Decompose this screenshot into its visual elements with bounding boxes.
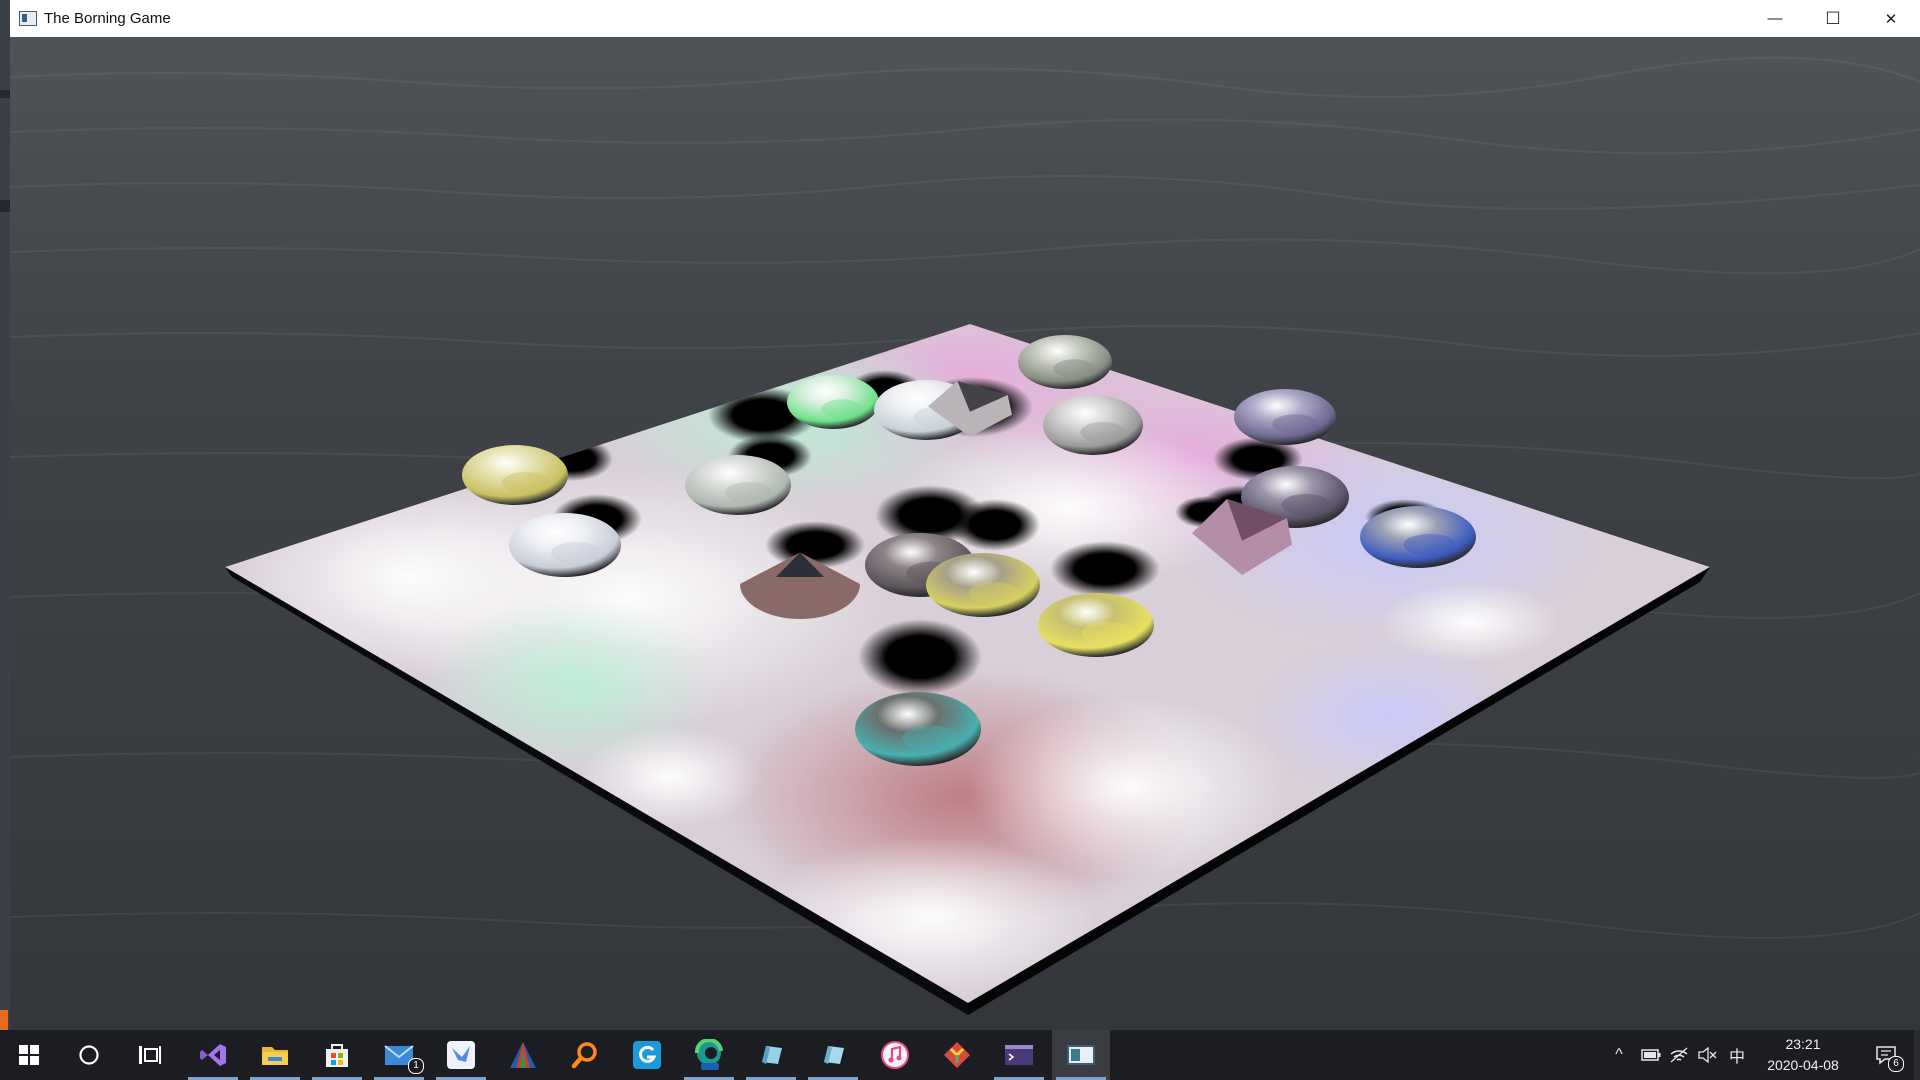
game-scene bbox=[10, 37, 1920, 1030]
show-hidden-icons-chevron[interactable]: ^ bbox=[1604, 1030, 1634, 1080]
minimize-button[interactable]: — bbox=[1746, 0, 1804, 37]
notification-center-icon[interactable]: 6 bbox=[1864, 1030, 1908, 1080]
g-app-icon[interactable] bbox=[618, 1030, 676, 1080]
sphere-reflection bbox=[968, 581, 1021, 605]
sphere-reflection bbox=[902, 725, 959, 752]
git-icon[interactable] bbox=[928, 1030, 986, 1080]
sphere-reflection bbox=[1053, 359, 1096, 379]
clock-time: 23:21 bbox=[1785, 1036, 1821, 1052]
task-view-icon[interactable] bbox=[120, 1030, 178, 1080]
cortana-search-icon[interactable] bbox=[60, 1030, 118, 1080]
desktop-edge-mark bbox=[0, 200, 10, 212]
mail-icon[interactable]: 1 bbox=[370, 1030, 428, 1080]
glass-app-icon[interactable] bbox=[742, 1030, 800, 1080]
titlebar[interactable]: The Borning Game — ☐ ✕ bbox=[10, 0, 1920, 37]
glass-app-icon-2[interactable] bbox=[804, 1030, 862, 1080]
desktop-edge bbox=[0, 0, 10, 1030]
close-button[interactable]: ✕ bbox=[1862, 0, 1920, 37]
clock-date: 2020-04-08 bbox=[1767, 1057, 1839, 1073]
maximize-button[interactable]: ☐ bbox=[1804, 0, 1862, 37]
battery-icon[interactable] bbox=[1636, 1030, 1666, 1080]
desktop-edge-mark bbox=[0, 90, 10, 98]
mail-badge: 1 bbox=[408, 1058, 424, 1074]
bird-app-icon[interactable] bbox=[432, 1030, 490, 1080]
sphere-reflection bbox=[724, 482, 773, 503]
game-window-icon[interactable] bbox=[1052, 1030, 1110, 1080]
game-window: The Borning Game — ☐ ✕ bbox=[10, 0, 1920, 1030]
sphere-reflection bbox=[1403, 533, 1456, 556]
vector-app-icon[interactable] bbox=[494, 1030, 552, 1080]
desktop-edge-orange bbox=[0, 1010, 8, 1030]
show-desktop-button[interactable] bbox=[1914, 1030, 1920, 1080]
taskbar: 1 ^ 中 23:21 2020-04-08 6 bbox=[0, 1030, 1920, 1080]
sphere-reflection bbox=[1081, 621, 1134, 645]
sphere-reflection bbox=[551, 541, 602, 565]
itunes-icon[interactable] bbox=[866, 1030, 924, 1080]
sphere-reflection bbox=[1080, 422, 1126, 443]
game-viewport[interactable] bbox=[10, 37, 1920, 1030]
edge-beta-icon[interactable] bbox=[680, 1030, 738, 1080]
file-explorer-icon[interactable] bbox=[246, 1030, 304, 1080]
wifi-icon[interactable] bbox=[1664, 1030, 1694, 1080]
terminal-icon[interactable] bbox=[990, 1030, 1048, 1080]
sphere-reflection bbox=[1281, 493, 1331, 516]
microsoft-store-icon[interactable] bbox=[308, 1030, 366, 1080]
notification-badge: 6 bbox=[1888, 1056, 1904, 1072]
visual-studio-icon[interactable] bbox=[184, 1030, 242, 1080]
app-window-icon bbox=[19, 11, 37, 26]
volume-muted-icon[interactable] bbox=[1692, 1030, 1722, 1080]
taskbar-clock[interactable]: 23:21 2020-04-08 bbox=[1748, 1034, 1858, 1076]
window-title: The Borning Game bbox=[44, 10, 171, 27]
magnifier-search-icon[interactable] bbox=[556, 1030, 614, 1080]
start-button-icon[interactable] bbox=[0, 1030, 58, 1080]
sphere-reflection bbox=[821, 399, 863, 419]
sphere-reflection bbox=[501, 472, 550, 493]
sphere-reflection bbox=[1272, 414, 1319, 434]
